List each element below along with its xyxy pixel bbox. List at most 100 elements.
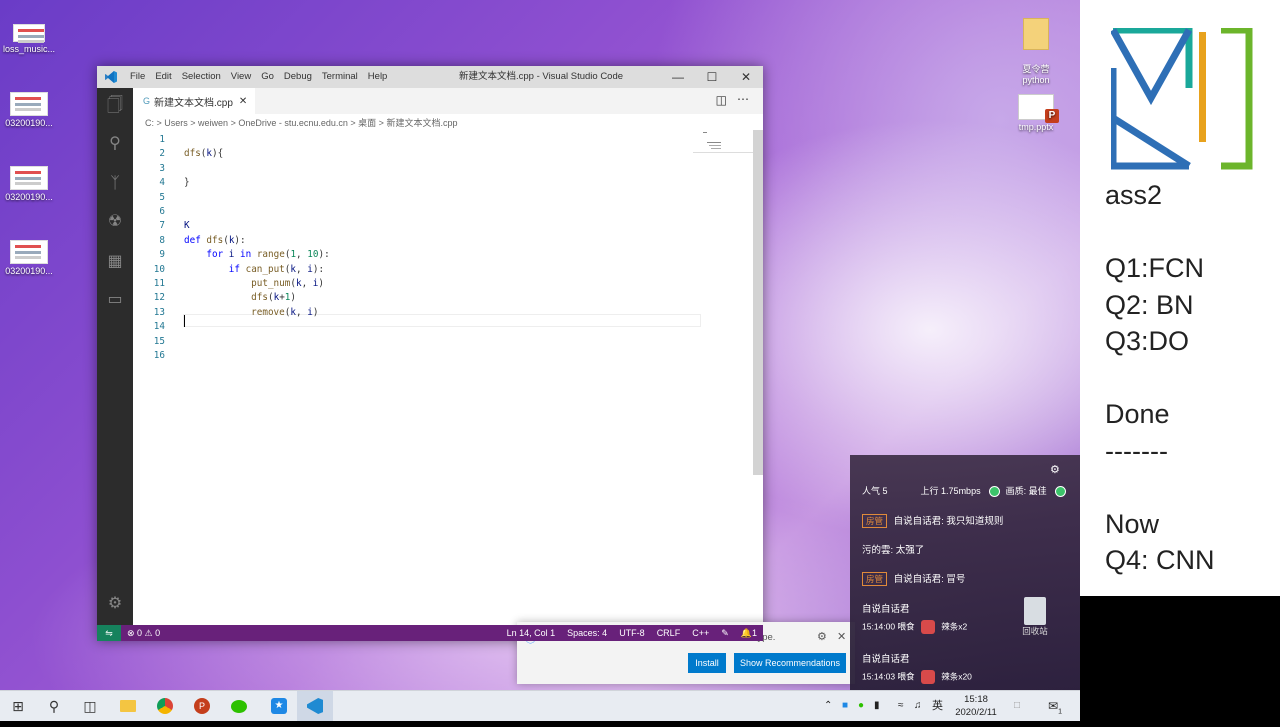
maximize-button[interactable]: ☐ bbox=[695, 66, 729, 88]
menu-bar: File Edit Selection View Go Debug Termin… bbox=[125, 66, 392, 88]
breadcrumb-item[interactable]: C: bbox=[145, 118, 154, 128]
chat-settings-icon[interactable]: ⚙ bbox=[1050, 463, 1060, 476]
tray-logo-icon[interactable]: □ bbox=[1014, 691, 1020, 721]
tray-app-icon[interactable]: ● bbox=[858, 691, 864, 721]
debug-icon[interactable]: ☢ bbox=[105, 212, 125, 232]
notifications-count: 1 bbox=[751, 628, 757, 638]
breadcrumb-item[interactable]: OneDrive - stu.ecnu.edu.cn bbox=[238, 118, 348, 128]
ime-indicator[interactable]: 英 bbox=[932, 691, 943, 721]
desktop-icon-file-2[interactable]: 03200190... bbox=[0, 166, 64, 202]
chrome-icon[interactable] bbox=[147, 691, 183, 721]
menu-file[interactable]: File bbox=[125, 66, 150, 88]
split-editor-icon[interactable]: ◫ bbox=[716, 93, 727, 107]
desktop-icon-label: 03200190... bbox=[5, 118, 53, 128]
vscode-taskbar-icon[interactable] bbox=[297, 691, 333, 721]
extensions-icon[interactable]: ▦ bbox=[105, 252, 125, 272]
gift-time: 15:14:00 喂食 bbox=[862, 621, 915, 632]
start-windows-icon[interactable]: ⊞ bbox=[0, 691, 36, 721]
chat-message: 房管 自说自话君: 冒号 bbox=[862, 571, 965, 586]
action-center-icon[interactable]: ✉1 bbox=[1048, 691, 1062, 721]
note-line: Q1:FCN bbox=[1105, 253, 1205, 283]
desktop-icon-loss-music[interactable]: loss_music... bbox=[0, 24, 64, 54]
menu-terminal[interactable]: Terminal bbox=[317, 66, 363, 88]
breadcrumb-item[interactable]: 桌面 bbox=[358, 118, 376, 128]
moderator-badge: 房管 bbox=[862, 514, 888, 528]
search-icon[interactable]: ⚲ bbox=[105, 134, 125, 154]
close-button[interactable]: ✕ bbox=[729, 66, 763, 88]
recycle-bin-label: 回收站 bbox=[1022, 626, 1048, 636]
task-view-icon[interactable]: ◫ bbox=[72, 691, 108, 721]
menu-debug[interactable]: Debug bbox=[279, 66, 317, 88]
install-button[interactable]: Install bbox=[688, 653, 726, 673]
desktop-icon-label: 夏令营 python bbox=[1022, 64, 1050, 85]
remote-indicator-icon[interactable]: ⇋ bbox=[97, 625, 121, 641]
indentation[interactable]: Spaces: 4 bbox=[561, 625, 613, 641]
problems-indicator[interactable]: ⊗ 0 ⚠ 0 bbox=[121, 625, 166, 641]
tray-app-icon[interactable]: ▮ bbox=[874, 691, 880, 721]
breadcrumb-item[interactable]: Users bbox=[164, 118, 188, 128]
notification-close-icon[interactable]: ✕ bbox=[837, 630, 846, 643]
cursor-position[interactable]: Ln 14, Col 1 bbox=[501, 625, 562, 641]
desktop-icon-label: tmp.pptx bbox=[1018, 122, 1054, 132]
status-bar: ⇋ ⊗ 0 ⚠ 0 Ln 14, Col 1 Spaces: 4 UTF-8 C… bbox=[97, 625, 763, 641]
close-tab-icon[interactable]: ✕ bbox=[239, 96, 247, 107]
manage-gear-icon[interactable]: ⚙ bbox=[105, 594, 125, 614]
code-line: if can_put(k, i): bbox=[228, 263, 325, 275]
vscode-logo-icon bbox=[97, 66, 125, 88]
gift-icon bbox=[920, 620, 935, 634]
line-number: 1 bbox=[159, 134, 165, 145]
notification-settings-icon[interactable]: ⚙ bbox=[817, 630, 827, 643]
desktop-icon-folder-python[interactable]: 夏令营 python bbox=[1001, 8, 1071, 85]
tray-app-icon[interactable]: ■ bbox=[842, 691, 848, 721]
moderator-badge: 房管 bbox=[862, 572, 888, 586]
line-ending[interactable]: CRLF bbox=[651, 625, 687, 641]
powerpoint-icon[interactable]: P bbox=[184, 691, 220, 721]
code-editor[interactable]: 1 2 dfs(k){3 4} 5 6 7 K 8 def dfs(k): 9 for i in r… bbox=[133, 130, 751, 625]
minimize-button[interactable]: — bbox=[661, 66, 695, 88]
note-line: ass2 bbox=[1105, 180, 1163, 210]
clock[interactable]: 15:18 2020/2/11 bbox=[950, 691, 1002, 723]
feedback-icon[interactable]: ✎ bbox=[715, 625, 735, 641]
breadcrumb-item[interactable]: weiwen bbox=[198, 118, 228, 128]
line-number: 9 bbox=[159, 249, 165, 261]
explorer-icon[interactable]: 🗍 bbox=[105, 96, 125, 116]
volume-icon[interactable]: ♫ bbox=[914, 691, 922, 721]
chat-message: 污的雲: 太强了 bbox=[862, 542, 924, 556]
tab-active-file[interactable]: G 新建文本文档.cpp ✕ bbox=[133, 88, 255, 114]
folder-icon bbox=[1023, 18, 1049, 50]
menu-edit[interactable]: Edit bbox=[150, 66, 176, 88]
search-icon[interactable]: ⚲ bbox=[36, 691, 72, 721]
encoding[interactable]: UTF-8 bbox=[613, 625, 651, 641]
notification-count: 1 bbox=[1058, 708, 1062, 716]
chat-stats: 人气 5 上行 1.75mbps 画质: 最佳 bbox=[862, 484, 1069, 498]
menu-view[interactable]: View bbox=[226, 66, 256, 88]
file-explorer-icon[interactable] bbox=[110, 691, 146, 721]
menu-help[interactable]: Help bbox=[363, 66, 393, 88]
title-bar[interactable]: File Edit Selection View Go Debug Termin… bbox=[97, 66, 763, 88]
desktop-icon-tmp-pptx[interactable]: tmp.pptx bbox=[1001, 94, 1071, 132]
line-number: 5 bbox=[159, 191, 165, 203]
menu-go[interactable]: Go bbox=[256, 66, 279, 88]
remote-explorer-icon[interactable]: ▭ bbox=[105, 290, 125, 310]
code-line: def dfs(k): bbox=[184, 234, 246, 246]
pinned-app-icon[interactable]: ★ bbox=[261, 691, 297, 721]
gift-user: 自说自话君 bbox=[862, 604, 910, 615]
show-hidden-icons[interactable]: ⌃ bbox=[824, 691, 832, 721]
status-dot-icon bbox=[989, 486, 1001, 498]
desktop-icon-file-3[interactable]: 03200190... bbox=[0, 240, 64, 276]
breadcrumb-item[interactable]: 新建文本文档.cpp bbox=[386, 118, 457, 128]
show-recommendations-button[interactable]: Show Recommendations bbox=[734, 653, 846, 673]
popularity: 人气 5 bbox=[862, 486, 888, 496]
gift-user: 自说自话君 bbox=[862, 654, 910, 665]
wechat-icon[interactable] bbox=[221, 691, 257, 721]
language-mode[interactable]: C++ bbox=[686, 625, 715, 641]
desktop-icon-file-1[interactable]: 03200190... bbox=[0, 92, 64, 128]
source-control-icon[interactable]: ᛉ bbox=[105, 174, 125, 194]
recycle-bin-shortcut[interactable]: 回收站 bbox=[1016, 597, 1054, 637]
editor-scrollbar[interactable] bbox=[753, 130, 763, 475]
menu-selection[interactable]: Selection bbox=[177, 66, 226, 88]
more-actions-icon[interactable]: ⋯ bbox=[737, 92, 749, 106]
wifi-icon[interactable]: ≈ bbox=[898, 691, 904, 721]
notifications-bell[interactable]: 🔔1 bbox=[735, 625, 763, 641]
note-line: Q3:DO bbox=[1105, 326, 1190, 356]
